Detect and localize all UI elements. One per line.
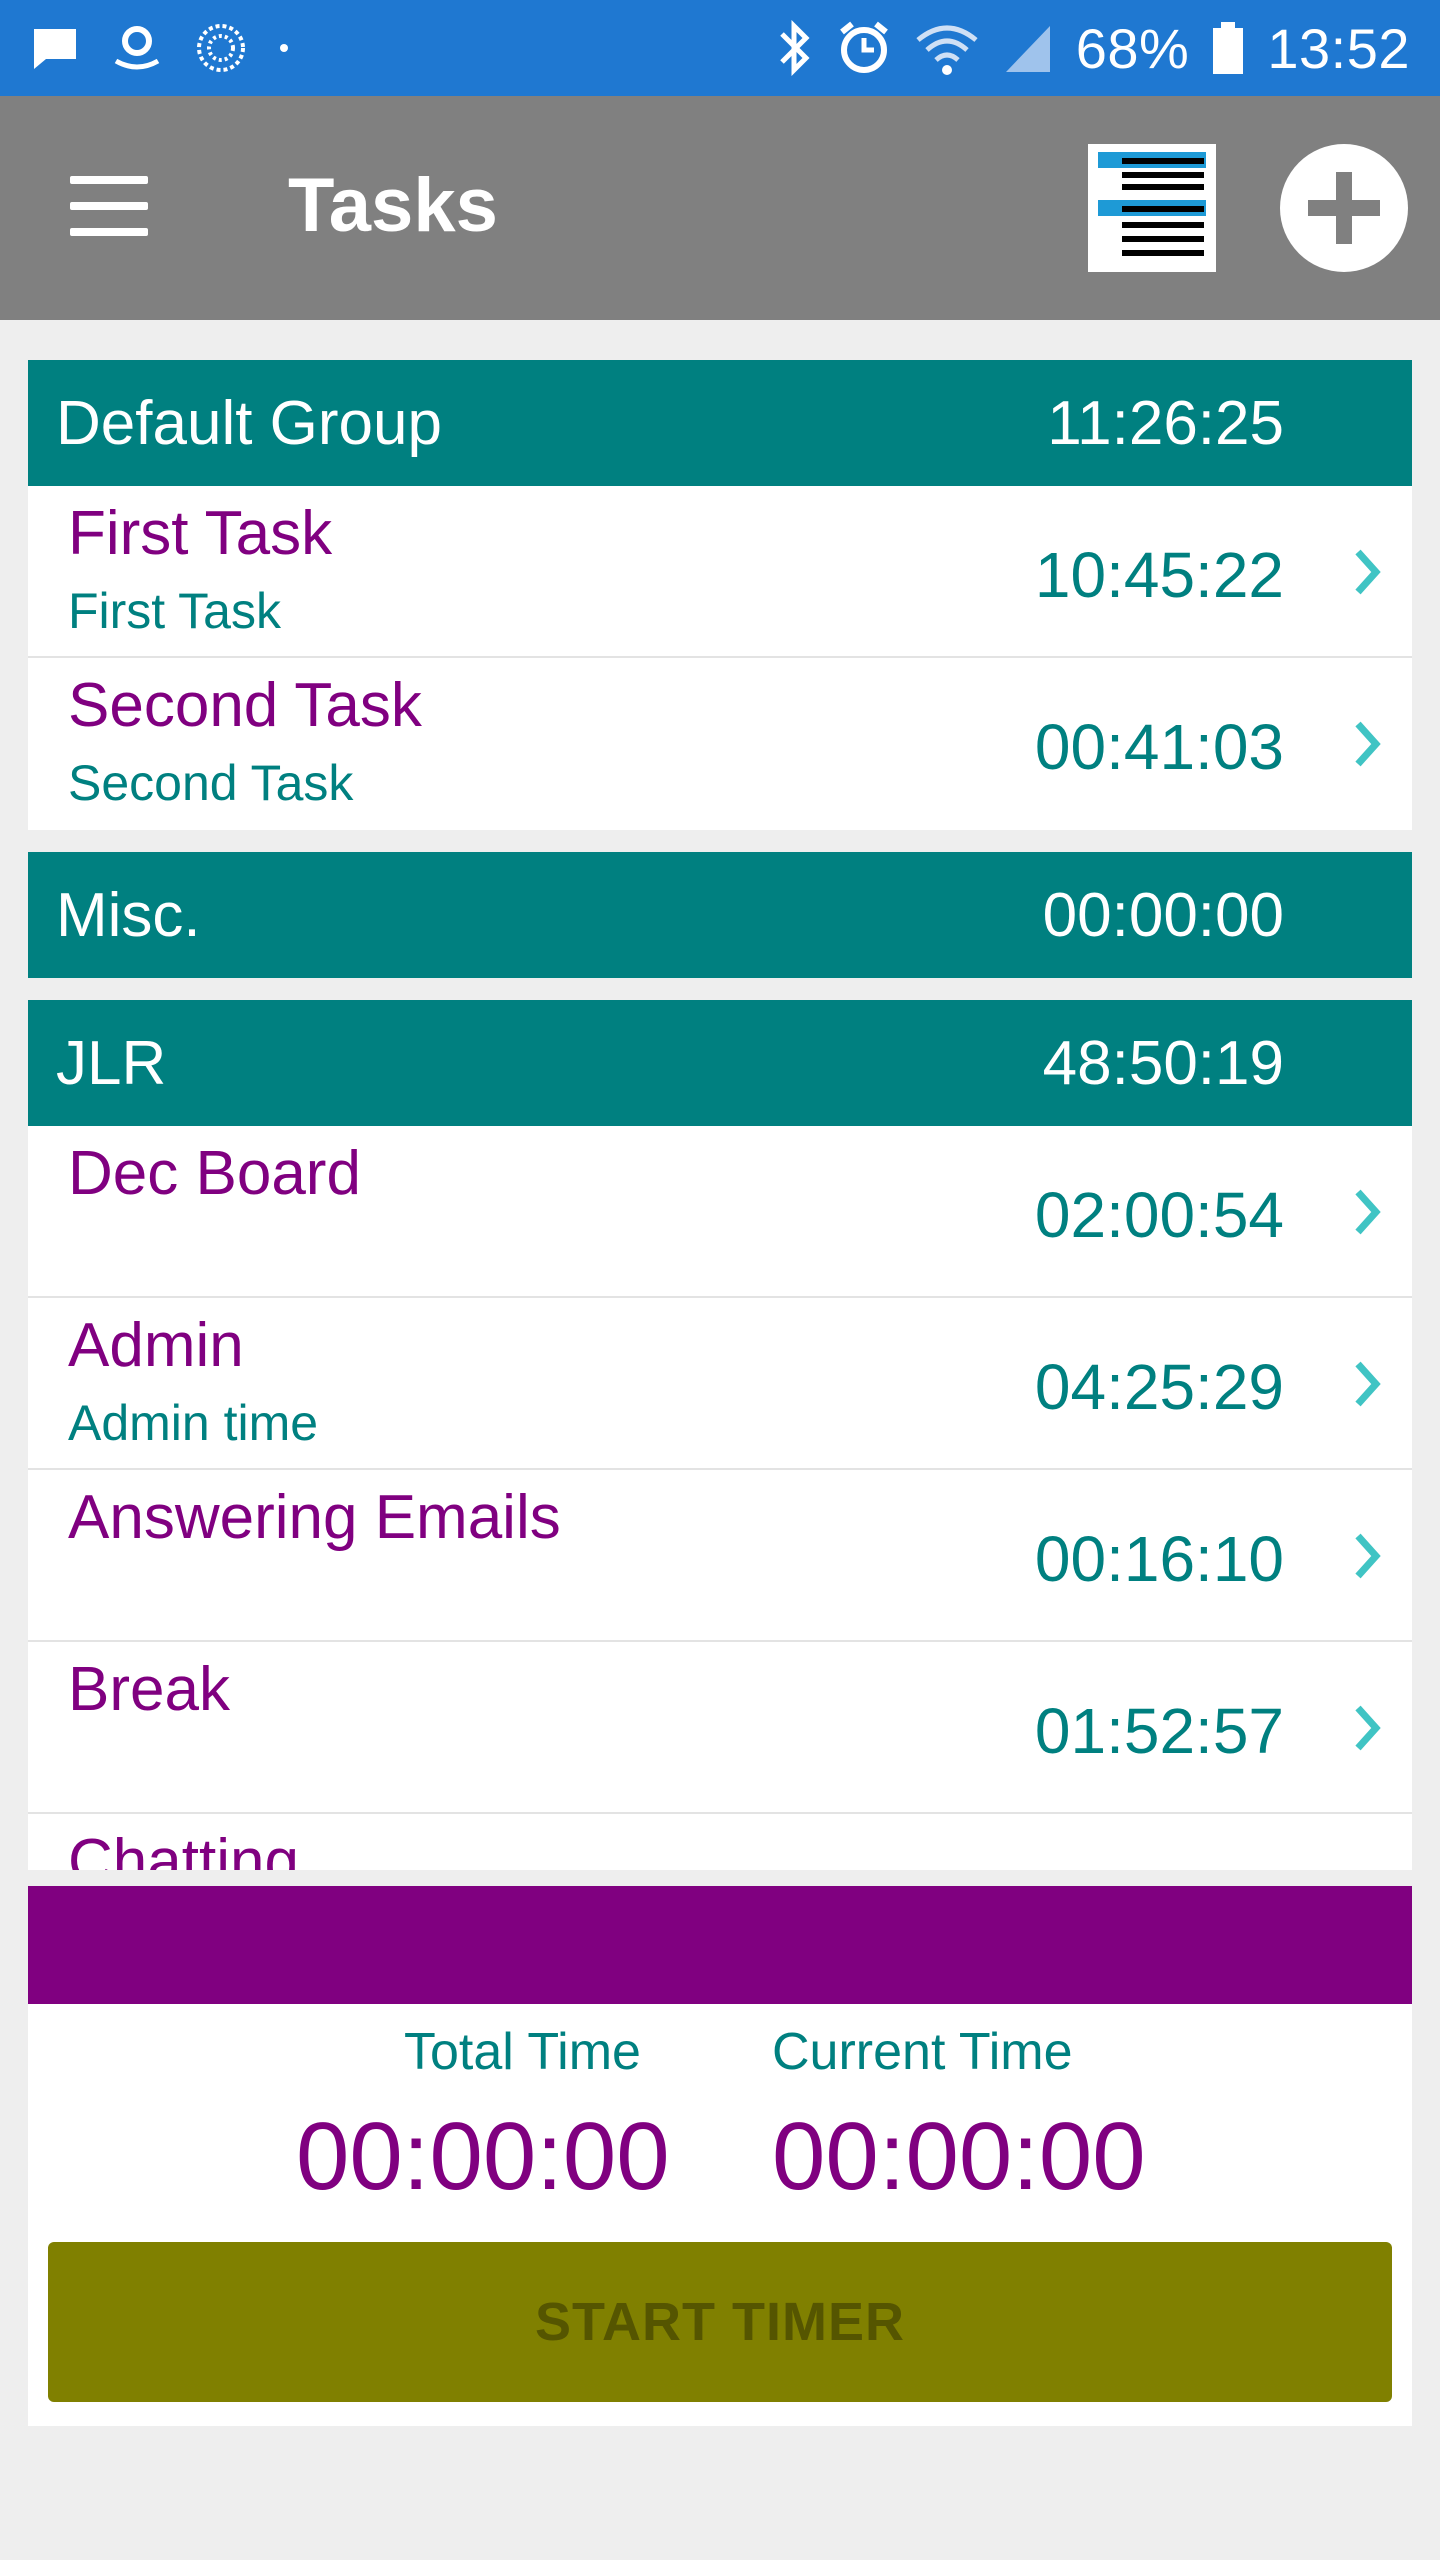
- battery-icon: [1213, 22, 1244, 74]
- task-list[interactable]: Default Group 11:26:25 First Task First …: [28, 360, 1412, 1870]
- task-name: Break: [68, 1655, 230, 1724]
- wifi-icon: [916, 25, 978, 75]
- chevron-right-icon: [1355, 721, 1381, 767]
- current-time-label: Current Time: [772, 2023, 1073, 2081]
- current-task-bar: [28, 1886, 1412, 2004]
- group-time: 48:50:19: [1042, 1028, 1284, 1098]
- group-time: 11:26:25: [1047, 388, 1284, 458]
- group-header[interactable]: Default Group 11:26:25: [28, 360, 1412, 486]
- total-time-label: Total Time: [404, 2023, 641, 2081]
- timer-panel: Total Time Current Time 00:00:00 00:00:0…: [28, 2004, 1412, 2426]
- group-header[interactable]: JLR 48:50:19: [28, 1000, 1412, 1126]
- status-bar: 68% 13:52: [0, 0, 1440, 96]
- task-name: First Task: [68, 499, 333, 568]
- task-time: 02:00:54: [1034, 1179, 1284, 1251]
- task-description: Second Task: [68, 755, 354, 811]
- app-bar: Tasks: [0, 96, 1440, 320]
- signal-icon: [1005, 26, 1050, 72]
- group-name: Default Group: [56, 388, 442, 458]
- add-task-button[interactable]: [1280, 144, 1408, 272]
- status-right-icons: 68% 13:52: [774, 16, 1410, 81]
- add-circle-icon: [1308, 172, 1380, 244]
- chevron-right-icon: [1355, 1533, 1381, 1579]
- status-left-icons: [30, 21, 290, 75]
- task-row[interactable]: Second Task Second Task 00:41:03: [28, 658, 1412, 830]
- chevron-right-icon: [1355, 549, 1381, 595]
- total-time-value: 00:00:00: [296, 2103, 670, 2210]
- amazon-icon: [114, 26, 160, 70]
- list-lines-icon: [1098, 152, 1206, 256]
- sync-icon: [197, 24, 245, 72]
- task-time: 00:16:10: [1034, 1523, 1284, 1595]
- battery-percentage: 68%: [1075, 16, 1190, 80]
- group-jlr: JLR 48:50:19 Dec Board 02:00:54 Admin Ad…: [28, 1000, 1412, 1870]
- current-time-value: 00:00:00: [772, 2103, 1146, 2210]
- group-time: 00:00:00: [1042, 880, 1284, 950]
- list-view-icon[interactable]: [1088, 144, 1216, 272]
- bluetooth-icon: [779, 20, 810, 76]
- alarm-icon: [839, 21, 888, 73]
- task-name: Dec Board: [68, 1139, 361, 1208]
- group-name: Misc.: [56, 880, 201, 950]
- chevron-right-icon: [1355, 1189, 1381, 1235]
- task-row[interactable]: Dec Board 02:00:54: [28, 1126, 1412, 1298]
- group-default: Default Group 11:26:25 First Task First …: [28, 360, 1412, 830]
- message-icon: [34, 29, 76, 69]
- group-misc: Misc. 00:00:00: [28, 852, 1412, 978]
- chevron-right-icon: [1355, 1361, 1381, 1407]
- task-row[interactable]: Admin Admin time 04:25:29: [28, 1298, 1412, 1470]
- task-time: 00:41:03: [1034, 711, 1284, 783]
- task-description: Admin time: [68, 1395, 319, 1451]
- task-row[interactable]: First Task First Task 10:45:22: [28, 486, 1412, 658]
- start-timer-button[interactable]: START TIMER: [48, 2242, 1392, 2402]
- task-time: 10:45:22: [1034, 539, 1284, 611]
- task-name: Second Task: [68, 671, 422, 740]
- task-time: 04:25:29: [1034, 1351, 1284, 1423]
- hamburger-menu-icon[interactable]: [70, 176, 150, 240]
- task-name: Admin: [68, 1311, 244, 1380]
- chevron-right-icon: [1355, 1705, 1381, 1751]
- task-row[interactable]: Answering Emails 00:16:10: [28, 1470, 1412, 1642]
- page-title: Tasks: [288, 163, 498, 248]
- task-name: Answering Emails: [68, 1483, 561, 1552]
- task-time: 01:52:57: [1034, 1695, 1284, 1767]
- dot-icon: [280, 44, 288, 52]
- task-name: Chatting: [68, 1827, 299, 1870]
- group-name: JLR: [56, 1028, 167, 1098]
- task-row[interactable]: Break 01:52:57: [28, 1642, 1412, 1814]
- task-description: First Task: [68, 583, 281, 639]
- task-row[interactable]: Chatting: [28, 1814, 1412, 1870]
- group-header[interactable]: Misc. 00:00:00: [28, 852, 1412, 978]
- clock: 13:52: [1267, 16, 1410, 80]
